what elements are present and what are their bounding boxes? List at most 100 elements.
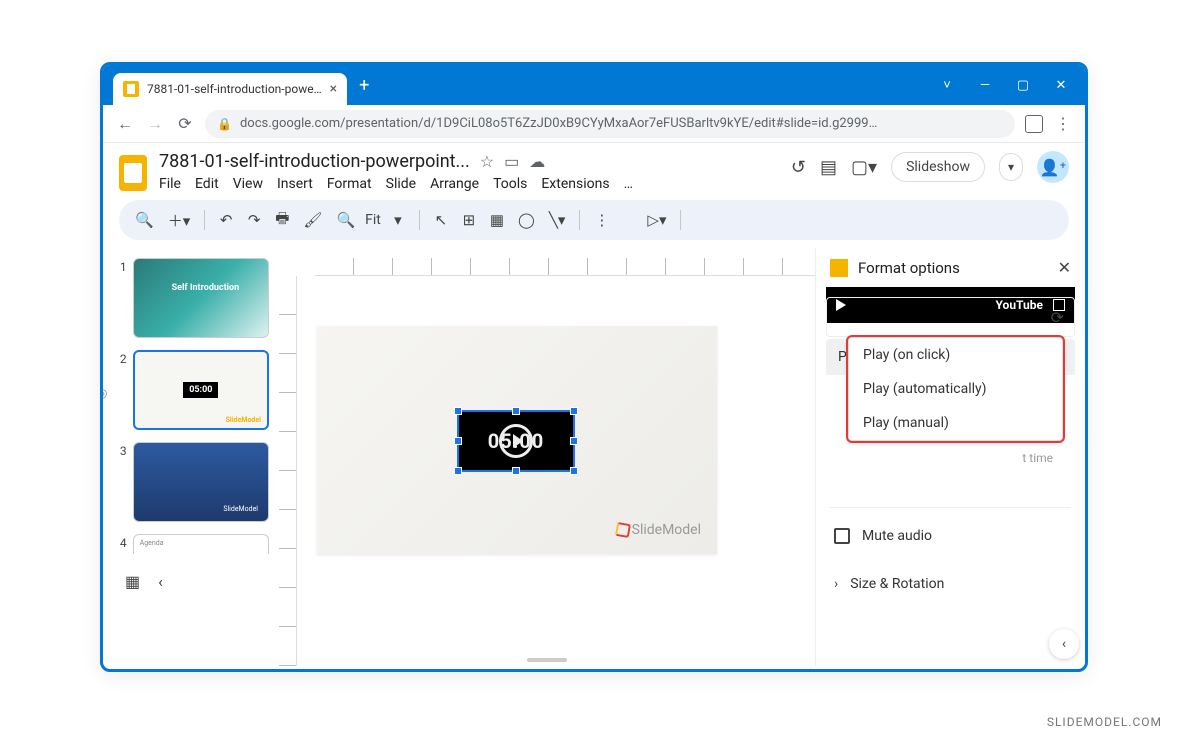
resize-handle[interactable] xyxy=(454,467,462,475)
print-icon[interactable]: 🖶 xyxy=(271,204,293,237)
thumb-number: 1 xyxy=(113,258,127,338)
resize-handle[interactable] xyxy=(454,437,462,445)
window-maximize-icon[interactable]: ▢ xyxy=(1013,78,1033,93)
resize-handle[interactable] xyxy=(454,407,462,415)
close-icon[interactable]: ✕ xyxy=(1058,258,1071,277)
thumb-number: 3 xyxy=(113,442,127,522)
resize-handle[interactable] xyxy=(512,407,520,415)
slide-thumbnail-4[interactable]: Agenda xyxy=(133,534,269,554)
watermark: SlideModel xyxy=(616,522,701,538)
zoom-level[interactable]: Fit xyxy=(365,212,381,228)
search-menus-icon[interactable]: 🔍 xyxy=(131,207,158,233)
thumbnail-rail: 1 Self Introduction 2 ◎ 05:00 SlideModel… xyxy=(103,248,279,666)
window-dropdown-icon[interactable]: ˅ xyxy=(937,77,957,93)
filmstrip-prev-icon[interactable]: ‹ xyxy=(158,572,163,591)
textbox-icon[interactable]: ⊞ xyxy=(458,207,480,233)
vertical-ruler xyxy=(279,276,297,666)
tab-close-icon[interactable]: × xyxy=(330,81,337,97)
menu-overflow[interactable]: … xyxy=(624,176,633,192)
tab-title: 7881-01-self-introduction-powe… xyxy=(147,82,322,96)
play-option-automatically[interactable]: Play (automatically) xyxy=(849,372,1062,406)
extensions-icon[interactable] xyxy=(1025,115,1043,133)
menu-extensions[interactable]: Extensions xyxy=(541,176,609,192)
zoom-tool-icon[interactable]: 🔍 xyxy=(332,207,359,233)
video-object[interactable]: 05:00 xyxy=(457,410,575,472)
divider xyxy=(830,507,1071,508)
more-tools-icon[interactable]: ⋮ xyxy=(590,207,613,233)
slide-canvas[interactable]: 05:00 SlideModel xyxy=(317,326,717,554)
menu-view[interactable]: View xyxy=(233,176,263,192)
menu-format[interactable]: Format xyxy=(327,176,372,192)
url-text: docs.google.com/presentation/d/1D9CiL08o… xyxy=(240,116,877,131)
page-attribution: SLIDEMODEL.COM xyxy=(1047,715,1162,729)
menu-edit[interactable]: Edit xyxy=(195,176,219,192)
refresh-icon[interactable]: ⟳ xyxy=(1051,308,1064,327)
browser-menu-icon[interactable]: ⋮ xyxy=(1053,114,1073,133)
new-tab-button[interactable]: + xyxy=(359,75,369,96)
menu-tools[interactable]: Tools xyxy=(493,176,527,192)
mute-audio-checkbox[interactable] xyxy=(834,528,850,544)
document-title[interactable]: 7881-01-self-introduction-powerpoint... xyxy=(159,151,470,172)
menu-slide[interactable]: Slide xyxy=(386,176,416,192)
nav-back-icon[interactable]: ← xyxy=(115,114,135,134)
animation-indicator-icon: ◎ xyxy=(103,386,107,400)
mute-audio-row[interactable]: Mute audio xyxy=(816,520,1085,552)
share-button[interactable]: 👤⁺ xyxy=(1037,151,1069,183)
slide-thumbnail-3[interactable]: SlideModel xyxy=(133,442,269,522)
play-option-on-click[interactable]: Play (on click) xyxy=(849,338,1062,372)
slide-thumbnail-2[interactable]: 05:00 SlideModel xyxy=(133,350,269,430)
slides-header: 7881-01-self-introduction-powerpoint... … xyxy=(103,143,1085,196)
time-input-row[interactable]: ⟳ xyxy=(826,297,1075,337)
motion-icon[interactable]: ▷▾ xyxy=(643,207,670,233)
canvas-area: 05:00 SlideModel xyxy=(279,248,815,666)
address-bar: ← → ⟳ 🔒 docs.google.com/presentation/d/1… xyxy=(103,105,1085,143)
chevron-right-icon: › xyxy=(834,576,838,592)
resize-handle[interactable] xyxy=(512,467,520,475)
image-icon[interactable]: ▦ xyxy=(486,207,508,233)
nav-forward-icon[interactable]: → xyxy=(145,114,165,134)
format-options-panel: Format options ✕ YouTube Play (on click)… xyxy=(815,248,1085,666)
play-overlay-icon xyxy=(499,424,533,458)
browser-window: 7881-01-self-introduction-powe… × + ˅ — … xyxy=(100,62,1088,672)
nav-reload-icon[interactable]: ⟳ xyxy=(175,114,195,133)
time-hint-text: t time xyxy=(802,451,1053,465)
thumb-number: 2 xyxy=(113,350,127,430)
undo-icon[interactable]: ↶ xyxy=(215,207,237,233)
line-icon[interactable]: ╲▾ xyxy=(545,207,570,233)
resize-handle[interactable] xyxy=(570,407,578,415)
grid-view-icon[interactable]: ▦ xyxy=(125,572,140,591)
menu-file[interactable]: File xyxy=(159,176,181,192)
play-option-manual[interactable]: Play (manual) xyxy=(849,406,1062,440)
meet-camera-icon[interactable]: ▢▾ xyxy=(851,157,877,178)
menu-insert[interactable]: Insert xyxy=(277,176,313,192)
comments-icon[interactable]: ▤ xyxy=(820,157,837,178)
collapse-panel-button[interactable]: ‹ xyxy=(1049,629,1079,659)
menu-arrange[interactable]: Arrange xyxy=(430,176,479,192)
slideshow-button[interactable]: Slideshow xyxy=(891,152,985,182)
window-close-icon[interactable]: ✕ xyxy=(1051,78,1071,93)
speaker-notes-handle[interactable] xyxy=(527,658,567,662)
history-icon[interactable]: ↺ xyxy=(791,157,806,178)
main-area: 1 Self Introduction 2 ◎ 05:00 SlideModel… xyxy=(103,248,1085,666)
slideshow-dropdown[interactable]: ▾ xyxy=(999,153,1023,181)
shape-icon[interactable]: ◯ xyxy=(514,207,539,233)
toolbar: 🔍 ＋▾ ↶ ↷ 🖶 🖌 🔍 Fit ▾ ↖ ⊞ ▦ ◯ ╲▾ ⋮ ▷▾ xyxy=(119,200,1069,240)
window-controls: ˅ — ▢ ✕ xyxy=(937,77,1085,93)
browser-tab[interactable]: 7881-01-self-introduction-powe… × xyxy=(113,73,347,105)
size-rotation-section[interactable]: › Size & Rotation xyxy=(816,562,1085,606)
play-mode-menu: Play (on click) Play (automatically) Pla… xyxy=(848,337,1063,441)
redo-icon[interactable]: ↷ xyxy=(243,207,265,233)
slides-logo[interactable] xyxy=(119,155,147,191)
format-panel-title: Format options xyxy=(858,259,1048,277)
select-tool-icon[interactable]: ↖ xyxy=(430,207,452,233)
paint-format-icon[interactable]: 🖌 xyxy=(299,207,326,233)
new-slide-icon[interactable]: ＋▾ xyxy=(164,206,195,235)
url-input[interactable]: 🔒 docs.google.com/presentation/d/1D9CiL0… xyxy=(205,110,1015,138)
window-minimize-icon[interactable]: — xyxy=(975,78,995,93)
star-icon[interactable]: ☆ xyxy=(480,152,494,171)
zoom-dropdown-icon[interactable]: ▾ xyxy=(387,207,409,233)
resize-handle[interactable] xyxy=(570,467,578,475)
resize-handle[interactable] xyxy=(570,437,578,445)
slide-thumbnail-1[interactable]: Self Introduction xyxy=(133,258,269,338)
move-folder-icon[interactable]: ▭ xyxy=(504,152,519,171)
